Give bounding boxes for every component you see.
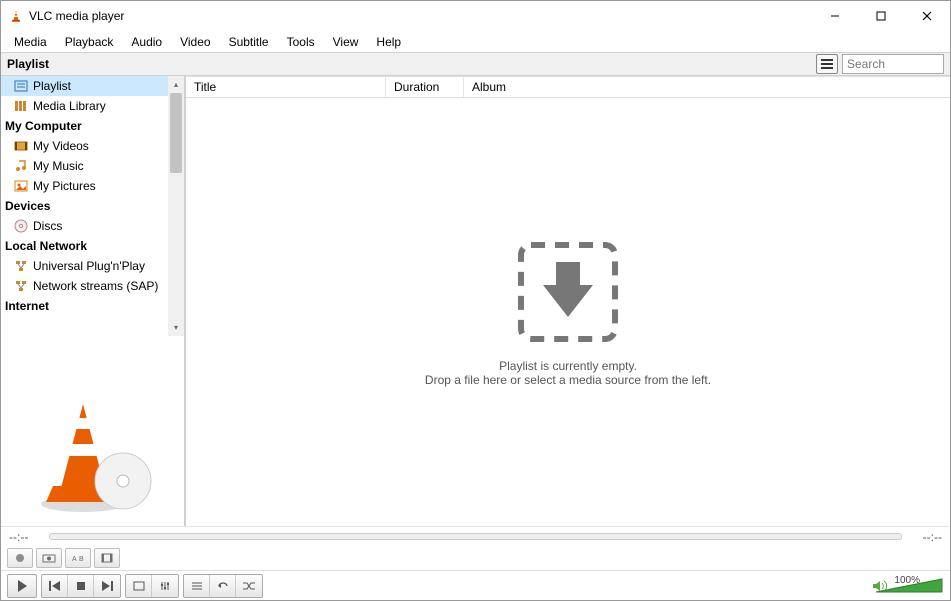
seek-row: --:-- --:-- [1,526,950,546]
menu-help[interactable]: Help [367,33,410,51]
menu-tools[interactable]: Tools [278,33,324,51]
stop-button[interactable] [68,575,94,597]
vlc-logo-icon [9,9,23,23]
window-controls [812,1,950,31]
sidebar: Playlist Media Library My Computer My Vi… [1,76,185,526]
menu-video[interactable]: Video [171,33,219,51]
column-album[interactable]: Album [464,77,950,97]
show-playlist-button[interactable] [184,575,210,597]
record-button[interactable] [7,548,33,568]
video-icon [13,138,29,154]
tree-category-my-computer[interactable]: My Computer [1,116,184,136]
close-button[interactable] [904,1,950,31]
list-view-icon [820,58,834,70]
menu-media[interactable]: Media [5,33,56,51]
album-art [1,386,184,526]
loop-button[interactable] [210,575,236,597]
column-duration[interactable]: Duration [386,77,464,97]
time-total[interactable]: --:-- [910,530,942,544]
source-tree[interactable]: Playlist Media Library My Computer My Vi… [1,76,184,336]
disc-icon [13,218,29,234]
empty-line2: Drop a file here or select a media sourc… [425,373,711,387]
tree-label: Universal Plug'n'Play [33,259,145,273]
menu-subtitle[interactable]: Subtitle [220,33,278,51]
shuffle-button[interactable] [236,575,262,597]
fullscreen-button[interactable] [126,575,152,597]
playlist-toolbar: Playlist [1,52,950,76]
tree-item-my-videos[interactable]: My Videos [1,136,184,156]
body-area: Playlist Media Library My Computer My Vi… [1,76,950,526]
tree-label: Local Network [5,239,87,253]
network-icon [13,278,29,294]
menubar: Media Playback Audio Video Subtitle Tool… [1,31,950,52]
tree-scrollbar[interactable]: ▴ ▾ [168,76,184,336]
column-header-row: Title Duration Album [186,76,950,98]
tree-label: Internet [5,299,49,313]
skip-group [41,574,121,598]
loop-ab-button[interactable]: AB [65,548,91,568]
playlist-panel: Title Duration Album Playlist is current… [185,76,950,526]
next-button[interactable] [94,575,120,597]
tree-category-local-network[interactable]: Local Network [1,236,184,256]
time-elapsed[interactable]: --:-- [9,530,41,544]
play-icon [16,579,28,593]
tree-item-upnp[interactable]: Universal Plug'n'Play [1,256,184,276]
search-input[interactable] [842,54,944,74]
library-icon [13,98,29,114]
volume-control: 100% [872,575,944,596]
tree-item-my-pictures[interactable]: My Pictures [1,176,184,196]
maximize-button[interactable] [858,1,904,31]
tree-label: Playlist [33,79,71,93]
playlist-heading: Playlist [1,57,186,71]
tree-label: Discs [33,219,62,233]
tree-label: My Music [33,159,84,173]
tree-item-discs[interactable]: Discs [1,216,184,236]
main-controls: 100% [1,570,950,600]
tree-label: Devices [5,199,50,213]
playlist-icon [13,78,29,94]
volume-percent: 100% [894,575,920,586]
menu-view[interactable]: View [324,33,368,51]
scroll-down-arrow[interactable]: ▾ [168,319,184,336]
advanced-controls: AB [1,546,950,570]
empty-line1: Playlist is currently empty. [499,359,637,373]
minimize-button[interactable] [812,1,858,31]
tree-item-sap[interactable]: Network streams (SAP) [1,276,184,296]
scroll-thumb[interactable] [170,93,182,173]
playlist-group [183,574,263,598]
tree-label: Media Library [33,99,106,113]
view-group [125,574,179,598]
tree-label: My Pictures [33,179,96,193]
snapshot-button[interactable] [36,548,62,568]
svg-text:B: B [79,556,84,563]
picture-icon [13,178,29,194]
tree-item-playlist[interactable]: Playlist [1,76,184,96]
network-icon [13,258,29,274]
seek-slider[interactable] [49,533,902,540]
frame-step-button[interactable] [94,548,120,568]
playlist-dropzone[interactable]: Playlist is currently empty. Drop a file… [186,98,950,526]
menu-audio[interactable]: Audio [122,33,171,51]
tree-label: My Videos [33,139,89,153]
vlc-cone-disc-icon [28,396,158,516]
scroll-up-arrow[interactable]: ▴ [168,76,184,93]
tree-label: Network streams (SAP) [33,279,158,293]
window-title: VLC media player [29,9,124,23]
ext-settings-button[interactable] [152,575,178,597]
svg-text:A: A [72,556,77,563]
column-title[interactable]: Title [186,77,386,97]
music-icon [13,158,29,174]
tree-label: My Computer [5,119,82,133]
tree-item-media-library[interactable]: Media Library [1,96,184,116]
play-button[interactable] [7,574,37,598]
tree-item-my-music[interactable]: My Music [1,156,184,176]
drop-arrow-icon [513,237,623,347]
menu-playback[interactable]: Playback [56,33,123,51]
titlebar: VLC media player [1,1,950,31]
view-mode-button[interactable] [816,54,838,74]
previous-button[interactable] [42,575,68,597]
tree-category-devices[interactable]: Devices [1,196,184,216]
tree-category-internet[interactable]: Internet [1,296,184,316]
